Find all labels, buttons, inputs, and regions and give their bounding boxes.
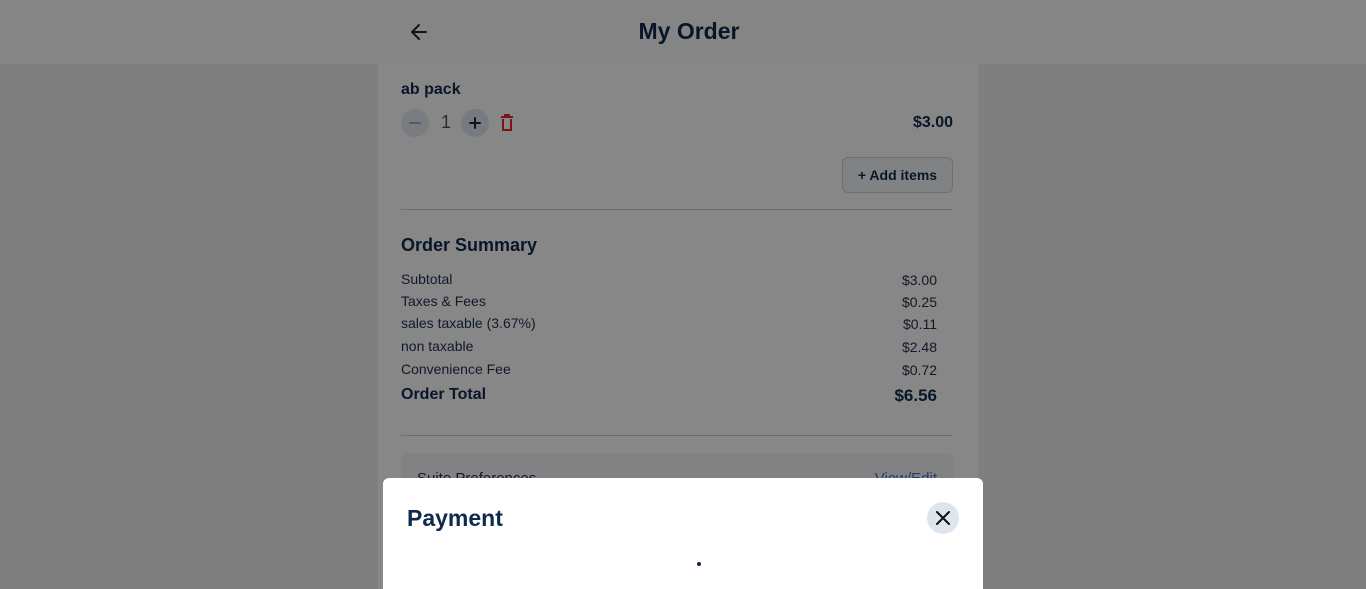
close-icon [936, 511, 950, 525]
loading-indicator [697, 562, 701, 566]
close-modal-button[interactable] [927, 502, 959, 534]
payment-modal: Payment [383, 478, 983, 589]
modal-title: Payment [407, 505, 503, 531]
